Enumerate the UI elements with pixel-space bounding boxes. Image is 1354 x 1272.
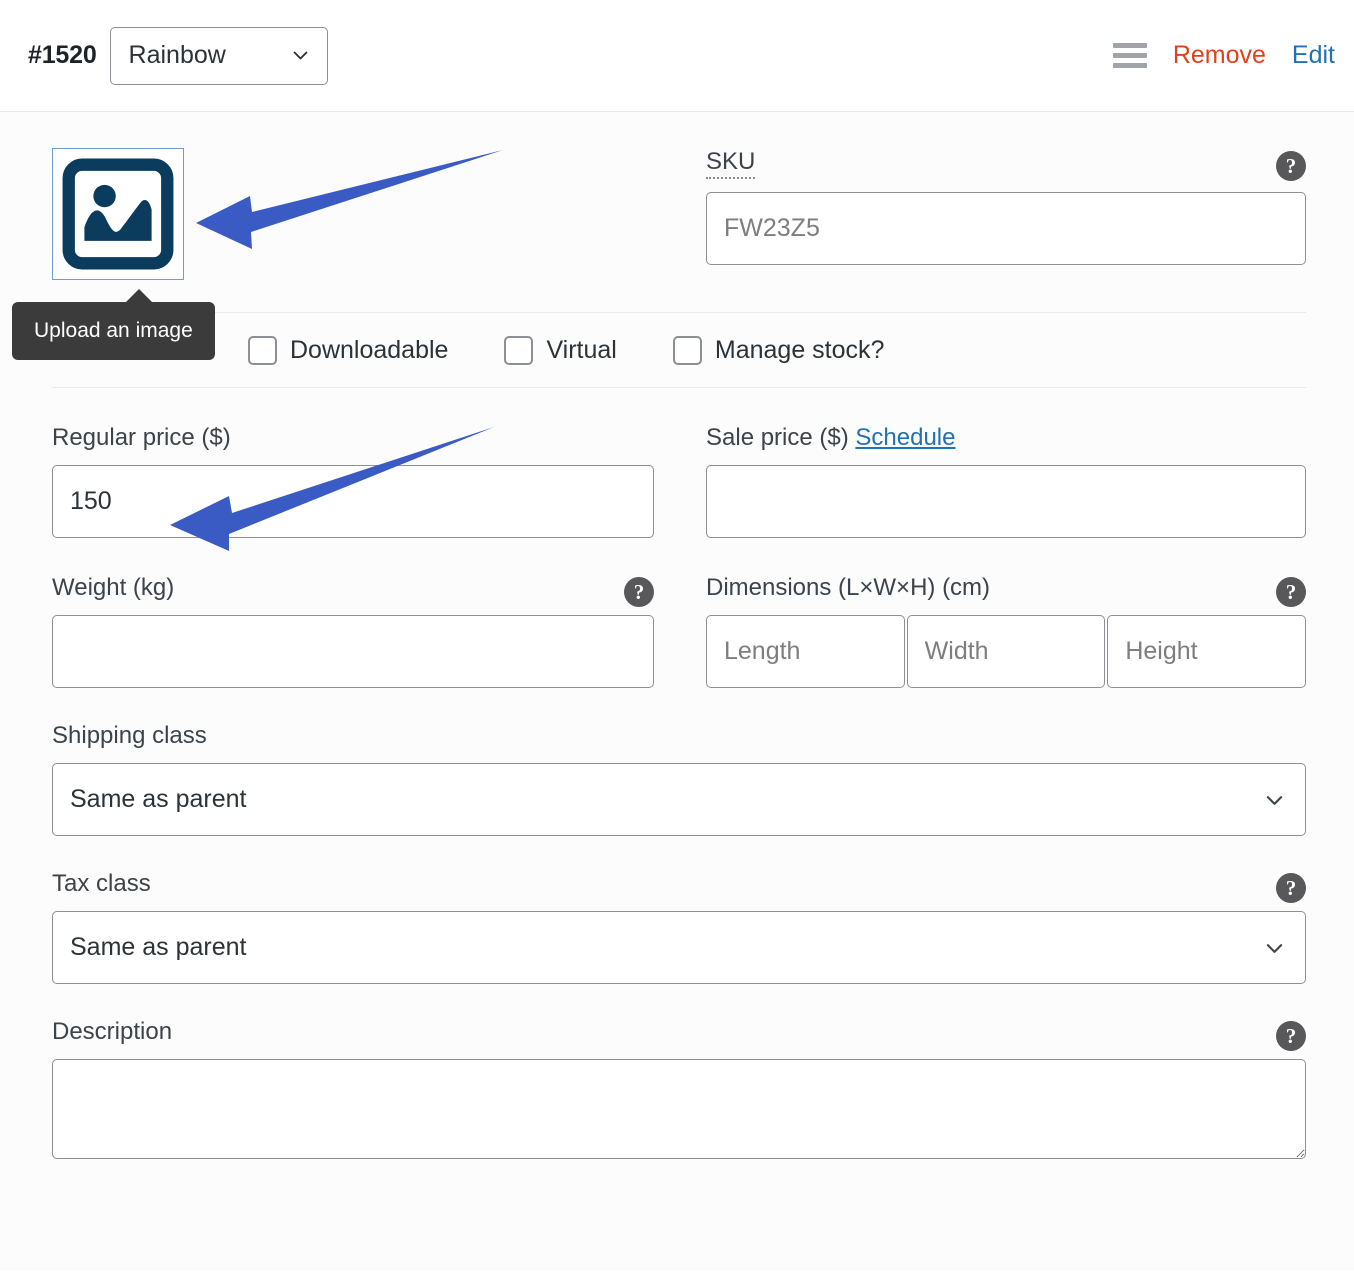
sku-help-icon[interactable]: ? — [1276, 151, 1306, 181]
tax-class-group: Tax class ? Same as parent — [0, 836, 1354, 984]
weight-input[interactable] — [52, 615, 654, 688]
shipping-row: Weight (kg) ? Dimensions (L×W×H) (cm) ? — [0, 538, 1354, 688]
tax-class-select[interactable]: Same as parent — [52, 911, 1306, 984]
regular-price-input[interactable] — [52, 465, 654, 538]
attribute-select-value: Rainbow — [128, 41, 226, 69]
checkbox-downloadable-label: Downloadable — [290, 335, 449, 364]
attribute-select-rainbow[interactable]: Rainbow — [109, 26, 328, 85]
shipping-class-value: Same as parent — [70, 785, 247, 813]
regular-price-label: Regular price ($) — [52, 424, 231, 451]
sku-label: SKU — [706, 148, 1306, 179]
weight-label: Weight (kg) — [52, 574, 175, 601]
edit-variation-link[interactable]: Edit — [1292, 41, 1335, 70]
checkbox-downloadable-box[interactable] — [248, 335, 277, 365]
upload-image-button[interactable] — [52, 148, 184, 280]
tooltip-pointer-icon — [125, 289, 153, 303]
shipping-class-label: Shipping class — [52, 722, 207, 749]
chevron-down-icon — [1266, 795, 1283, 805]
variation-header-actions: Remove Edit — [1112, 41, 1338, 70]
dimensions-label: Dimensions (L×W×H) (cm) — [706, 574, 991, 601]
checkbox-virtual-box[interactable] — [504, 335, 534, 365]
dimensions-inputs — [706, 615, 1307, 688]
checkbox-manage-stock[interactable]: Manage stock? — [672, 335, 885, 365]
variation-header: #1520 Rainbow Remove Edit — [0, 0, 1354, 112]
sale-price-label-text: Sale price ($) — [706, 424, 849, 451]
image-and-sku-row: Upload an image SKU ? — [0, 112, 1354, 360]
sale-price-label: Sale price ($) Schedule — [706, 424, 1306, 452]
sku-input[interactable] — [706, 192, 1306, 265]
checkbox-virtual[interactable]: Virtual — [504, 335, 617, 365]
shipping-class-select[interactable]: Same as parent — [52, 763, 1306, 836]
description-label: Description — [52, 1018, 173, 1045]
weight-group: Weight (kg) ? — [52, 574, 654, 688]
product-type-checkbox-row: Downloadable Virtual Manage stock? — [52, 312, 1306, 388]
upload-image-tooltip-text: Upload an image — [34, 319, 193, 342]
hamburger-drag-icon[interactable] — [1112, 43, 1147, 69]
chevron-down-icon — [1266, 943, 1283, 953]
variation-id: #1520 — [28, 41, 97, 69]
checkbox-manage-stock-box[interactable] — [672, 335, 702, 365]
shipping-class-group: Shipping class Same as parent — [0, 688, 1354, 836]
height-input[interactable] — [1107, 615, 1307, 688]
tax-class-help-icon[interactable]: ? — [1276, 873, 1306, 903]
checkbox-virtual-label: Virtual — [546, 335, 617, 364]
remove-variation-link[interactable]: Remove — [1173, 41, 1266, 70]
description-group: Description ? — [0, 984, 1354, 1159]
sale-price-group: Sale price ($) Schedule — [706, 424, 1306, 538]
sale-price-input[interactable] — [706, 465, 1306, 538]
description-help-icon[interactable]: ? — [1276, 1021, 1306, 1051]
variation-image-column: Upload an image — [12, 148, 706, 360]
dimensions-help-icon[interactable]: ? — [1276, 577, 1306, 607]
image-placeholder-icon — [62, 158, 174, 270]
weight-help-icon[interactable]: ? — [624, 577, 654, 607]
description-textarea[interactable] — [52, 1059, 1306, 1159]
dimensions-group: Dimensions (L×W×H) (cm) ? — [706, 574, 1307, 688]
checkbox-downloadable[interactable]: Downloadable — [248, 335, 449, 365]
tax-class-label: Tax class — [52, 870, 151, 897]
regular-price-group: Regular price ($) — [52, 424, 654, 538]
upload-image-tooltip: Upload an image — [12, 289, 215, 360]
checkbox-manage-stock-label: Manage stock? — [714, 335, 885, 364]
chevron-down-icon — [293, 51, 307, 59]
width-input[interactable] — [906, 615, 1106, 688]
sku-field-group: SKU ? — [706, 148, 1306, 280]
length-input[interactable] — [706, 615, 905, 688]
tax-class-value: Same as parent — [70, 933, 247, 961]
variation-body: Upload an image SKU ? Downloadable Virtu… — [0, 112, 1354, 1271]
schedule-sale-link[interactable]: Schedule — [855, 424, 955, 451]
pricing-row: Regular price ($) Sale price ($) Schedul… — [0, 388, 1354, 538]
